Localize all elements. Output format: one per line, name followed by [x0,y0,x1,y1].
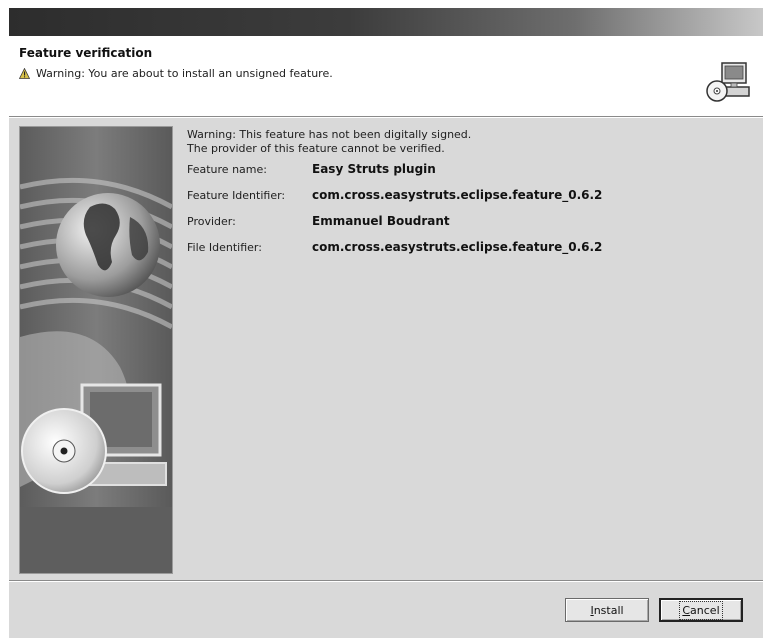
feature-name-row: Feature name: Easy Struts plugin [187,162,747,182]
feature-identifier-value: com.cross.easystruts.eclipse.feature_0.6… [312,188,603,202]
warning-icon [19,68,30,79]
warning-line-1: Warning: This feature has not been digit… [187,128,472,141]
feature-info: Warning: This feature has not been digit… [187,128,747,260]
file-identifier-value: com.cross.easystruts.eclipse.feature_0.6… [312,240,603,254]
wizard-content: Warning: This feature has not been digit… [9,118,763,580]
unsigned-warning-message: Warning: This feature has not been digit… [187,128,747,156]
feature-name-label: Feature name: [187,163,267,176]
provider-value: Emmanuel Boudrant [312,214,450,228]
file-identifier-label: File Identifier: [187,241,262,254]
provider-label: Provider: [187,215,236,228]
header-warning-text: Warning: You are about to install an uns… [36,67,333,80]
button-bar: Install Cancel [9,582,763,638]
computer-cd-icon [706,62,750,102]
window-title-bar[interactable] [9,8,763,36]
file-identifier-row: File Identifier: com.cross.easystruts.ec… [187,240,747,260]
globe-cd-banner-image [19,126,173,574]
page-title: Feature verification [19,46,153,60]
install-button[interactable]: Install [565,598,649,622]
wizard-header: Feature verification Warning: You are ab… [9,36,763,116]
feature-name-value: Easy Struts plugin [312,162,436,176]
cancel-button-label: Cancel [679,600,723,620]
feature-identifier-label: Feature Identifier: [187,189,286,202]
cancel-button[interactable]: Cancel [659,598,743,622]
warning-line-2: The provider of this feature cannot be v… [187,142,445,155]
feature-identifier-row: Feature Identifier: com.cross.easystruts… [187,188,747,208]
provider-row: Provider: Emmanuel Boudrant [187,214,747,234]
header-warning: Warning: You are about to install an uns… [19,67,333,80]
install-button-label: Install [590,603,624,617]
